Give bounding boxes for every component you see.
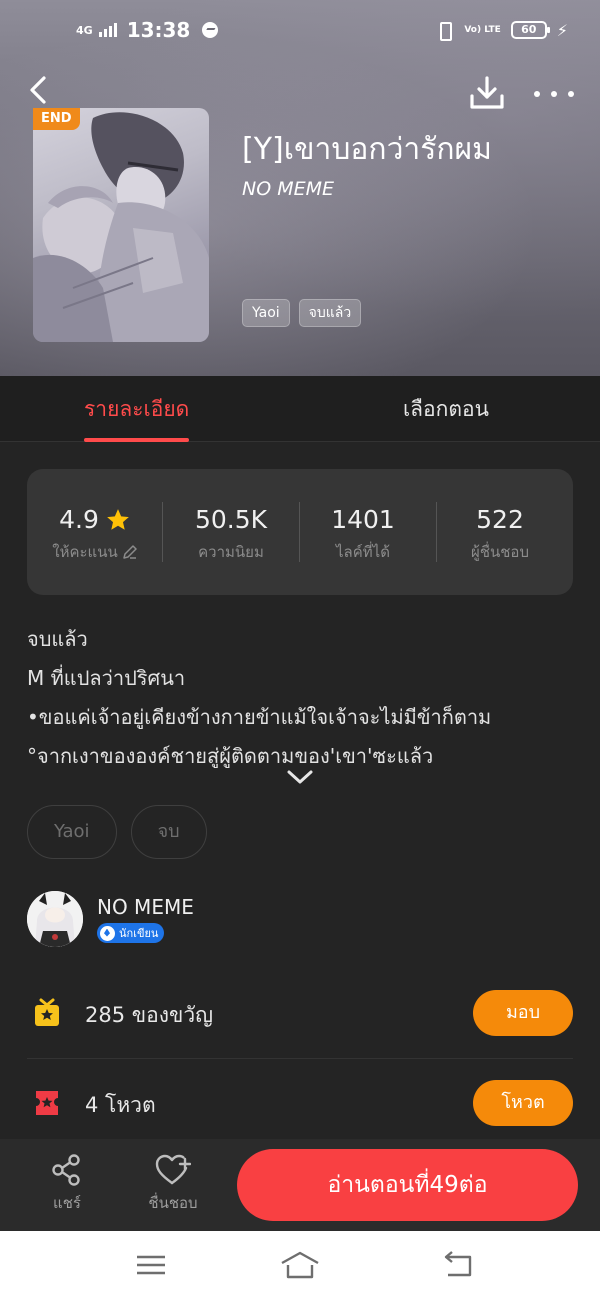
book-detail-screen: 4G 13:38 Vo) LTE 60 ⚡ END [Y]เขาบอกว่ารั…	[0, 0, 600, 1300]
heart-plus-icon	[155, 1154, 191, 1185]
edit-icon	[122, 545, 137, 559]
status-left: 4G 13:38	[76, 18, 219, 42]
gift-row: 285 ของขวัญ มอบ	[27, 969, 573, 1059]
popularity-value: 50.5K	[194, 505, 268, 534]
signal-icon	[98, 23, 117, 37]
clock: 13:38	[126, 18, 191, 42]
pen-icon	[100, 925, 115, 941]
vibrate-icon	[434, 20, 454, 41]
return-icon	[444, 1251, 472, 1277]
vote-row: 4 โหวต โหวต	[27, 1059, 573, 1149]
bottom-action-bar: แชร์ ชื่นชอบ อ่านตอนที่49ต่อ	[0, 1139, 600, 1231]
synopsis-line: M ที่แปลว่าปริศนา	[27, 666, 186, 690]
gift-icon	[35, 998, 59, 1026]
system-back-button[interactable]	[438, 1249, 478, 1281]
genre-tag[interactable]: Yaoi	[27, 805, 117, 859]
rating-label: ให้คะแนน	[52, 543, 118, 561]
favorite-button[interactable]: ชื่นชอบ	[133, 1153, 213, 1215]
ticket-icon	[36, 1091, 58, 1115]
hero-tags: Yaoi จบแล้ว	[242, 299, 362, 327]
share-label: แชร์	[53, 1194, 81, 1212]
hero-header: 4G 13:38 Vo) LTE 60 ⚡ END [Y]เขาบอกว่ารั…	[0, 0, 600, 376]
charging-icon: ⚡	[556, 20, 568, 40]
stat-likes: 1401 ไลค์ที่ได้	[295, 469, 431, 595]
avatar-image	[27, 891, 83, 947]
book-title: [Y]เขาบอกว่ารักผม	[242, 132, 492, 167]
status-right: Vo) LTE 60 ⚡	[434, 20, 568, 41]
download-icon	[470, 76, 504, 109]
more-icon	[534, 91, 540, 97]
genre-tag[interactable]: จบ	[130, 805, 207, 859]
messenger-icon	[202, 22, 219, 38]
book-author[interactable]: NO MEME	[242, 178, 334, 200]
recent-apps-button[interactable]	[131, 1249, 171, 1281]
hero-tag[interactable]: Yaoi	[242, 299, 290, 327]
synopsis: จบแล้ว M ที่แปลว่าปริศนา •ขอแค่เจ้าอยู่เ…	[27, 622, 577, 778]
vote-count: 4 โหวต	[85, 1093, 156, 1117]
likes-label: ไลค์ที่ได้	[336, 543, 390, 561]
fans-label: ผู้ชื่นชอบ	[471, 543, 529, 561]
rating-value: 4.9	[59, 505, 99, 534]
stat-popularity: 50.5K ความนิยม	[163, 469, 299, 595]
share-button[interactable]: แชร์	[27, 1153, 107, 1215]
likes-value: 1401	[331, 505, 395, 534]
author-name[interactable]: NO MEME	[97, 895, 194, 919]
stat-rating[interactable]: 4.9 ให้คะแนน	[27, 469, 163, 595]
synopsis-line: •ขอแค่เจ้าอยู่เคียงข้างกายข้าแม้ใจเจ้าจะ…	[27, 705, 492, 729]
stats-card: 4.9 ให้คะแนน 50.5K ความนิยม 1401 ไลค์ที่…	[27, 469, 573, 595]
gift-count: 285 ของขวัญ	[85, 1003, 214, 1027]
more-button[interactable]	[534, 80, 574, 108]
download-button[interactable]	[468, 74, 506, 112]
system-nav-bar	[0, 1231, 600, 1300]
give-gift-button[interactable]: มอบ	[473, 990, 573, 1036]
chevron-down-icon	[287, 770, 313, 784]
tab-details[interactable]: รายละเอียด	[84, 376, 190, 442]
cover-illustration	[33, 112, 209, 342]
writer-badge: นักเขียน	[97, 923, 165, 943]
fans-value: 522	[476, 505, 524, 534]
network-type: 4G	[76, 23, 93, 37]
hero-tag[interactable]: จบแล้ว	[298, 299, 362, 327]
book-cover[interactable]	[33, 108, 209, 342]
popularity-label: ความนิยม	[198, 543, 264, 561]
synopsis-line: จบแล้ว	[27, 627, 88, 651]
author-row[interactable]: NO MEME นักเขียน	[27, 891, 573, 949]
back-button[interactable]	[22, 72, 54, 108]
star-icon	[107, 508, 129, 530]
vote-button[interactable]: โหวต	[473, 1080, 573, 1126]
genre-tags: Yaoi จบ	[27, 805, 207, 859]
avatar[interactable]	[27, 891, 83, 947]
stat-fans: 522 ผู้ชื่นชอบ	[432, 469, 568, 595]
home-button[interactable]	[280, 1249, 320, 1281]
menu-icon	[137, 1255, 165, 1275]
tab-episodes[interactable]: เลือกตอน	[403, 376, 489, 442]
status-bar: 4G 13:38 Vo) LTE 60 ⚡	[0, 0, 600, 64]
tab-bar: รายละเอียด เลือกตอน	[0, 376, 600, 442]
battery-icon: 60	[510, 21, 550, 39]
expand-synopsis-button[interactable]	[285, 766, 315, 788]
back-icon	[30, 76, 46, 104]
continue-reading-button[interactable]: อ่านตอนที่49ต่อ	[237, 1149, 578, 1221]
home-icon	[281, 1251, 319, 1279]
volte-indicator: Vo) LTE	[464, 24, 501, 35]
favorite-label: ชื่นชอบ	[148, 1194, 198, 1212]
end-badge: END	[33, 108, 80, 130]
writer-badge-label: นักเขียน	[119, 927, 159, 940]
share-icon	[52, 1154, 80, 1186]
